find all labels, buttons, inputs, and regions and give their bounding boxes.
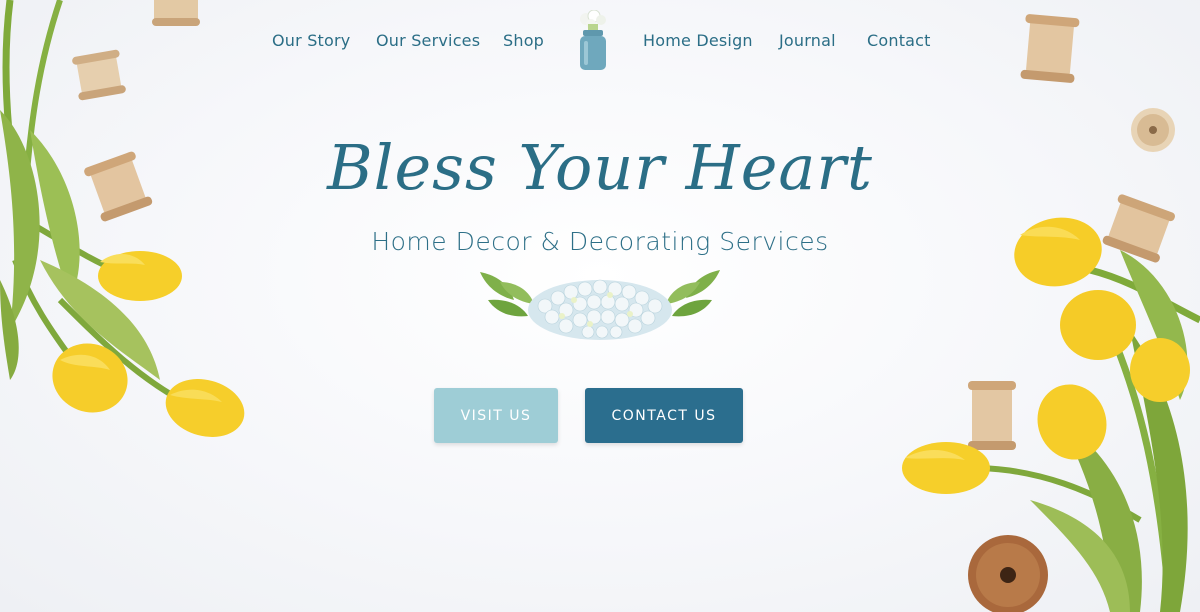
contact-us-button[interactable]: CONTACT US — [585, 388, 743, 443]
left-tulips-decoration — [0, 0, 245, 437]
mason-jar-icon[interactable] — [574, 10, 612, 72]
hydrangea-icon — [480, 270, 720, 340]
nav-journal[interactable]: Journal — [779, 31, 836, 50]
main-navigation: Our Story Our Services Shop Home Design … — [0, 0, 1200, 80]
nav-our-services[interactable]: Our Services — [376, 31, 480, 50]
logo-subtitle: Home Decor & Decorating Services — [371, 227, 829, 256]
nav-shop[interactable]: Shop — [503, 31, 544, 50]
hero-section: Our Story Our Services Shop Home Design … — [0, 0, 1200, 612]
right-tulips-decoration — [902, 14, 1200, 612]
nav-home-design[interactable]: Home Design — [643, 31, 753, 50]
logo-script-title: Bless Your Heart — [327, 131, 873, 204]
nav-our-story[interactable]: Our Story — [272, 31, 350, 50]
visit-us-button[interactable]: VISIT US — [434, 388, 558, 443]
nav-contact[interactable]: Contact — [867, 31, 931, 50]
